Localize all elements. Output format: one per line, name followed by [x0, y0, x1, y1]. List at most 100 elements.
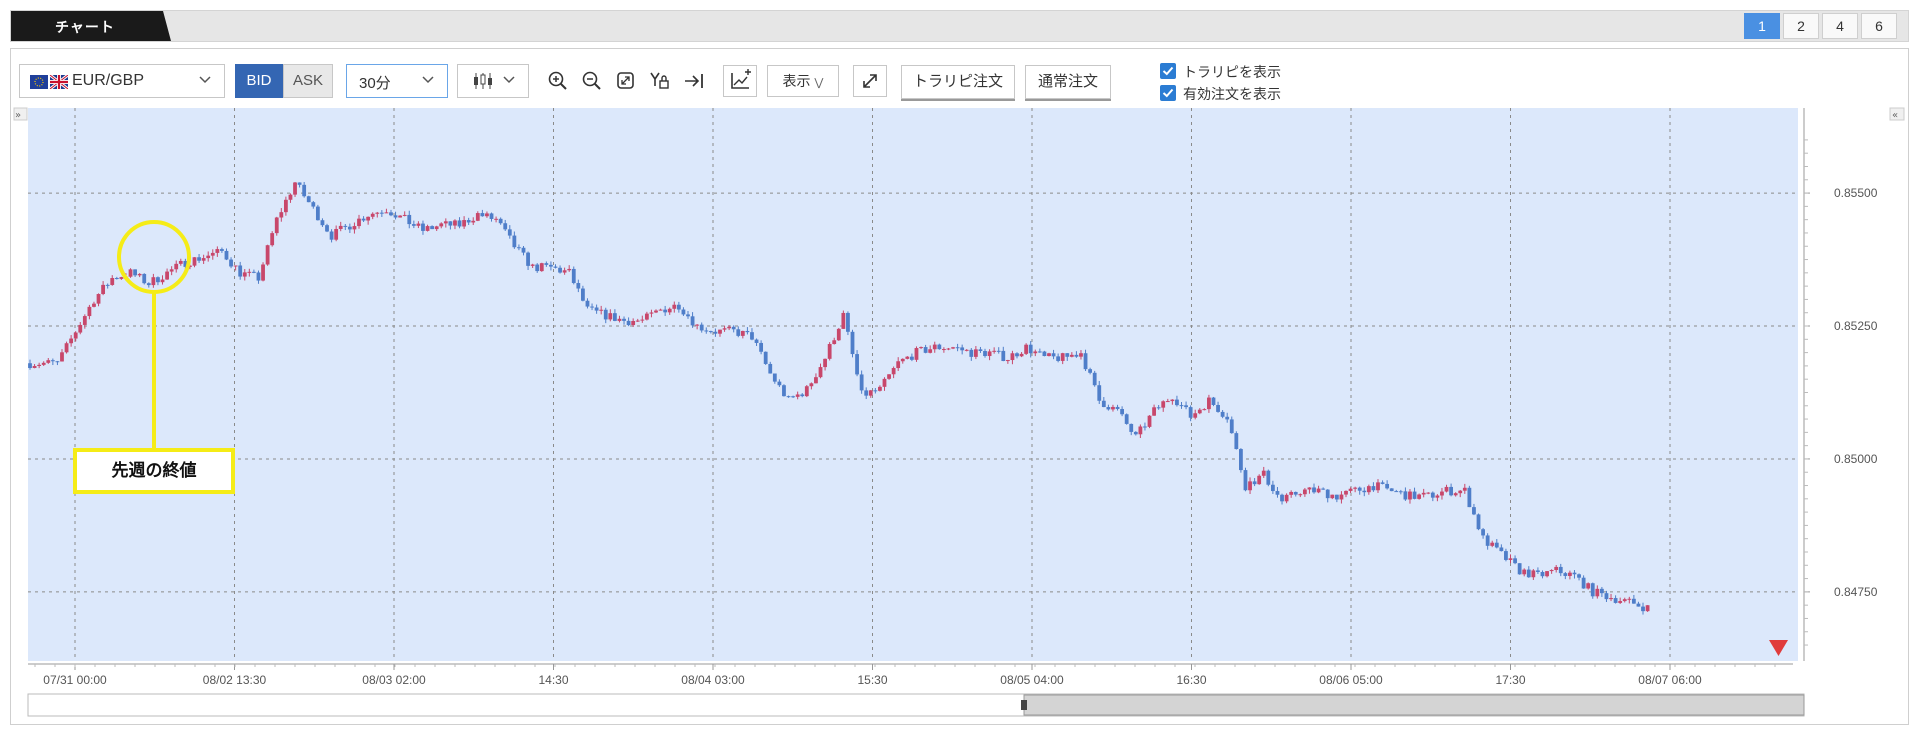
candle-body [1549, 569, 1554, 572]
candle-body [599, 309, 604, 311]
candle-body [1513, 558, 1517, 564]
candle-body [1476, 514, 1481, 530]
candle-body [306, 196, 311, 203]
candle-body [261, 264, 265, 281]
candle-body [594, 307, 599, 311]
candle-body [229, 259, 233, 267]
candle-body [315, 206, 320, 221]
candle-body [1316, 488, 1321, 493]
price-chart[interactable]: » « 0.84750 0.85000 0.85250 0.85500 07/31 0… [0, 0, 1919, 733]
candle-body [1577, 574, 1581, 578]
candle-body [393, 215, 398, 218]
candle-body [1051, 353, 1056, 357]
x-axis: 07/31 00:00 08/02 13:30 08/03 02:00 14:30 08… [34, 664, 1776, 687]
candle-body [1394, 491, 1399, 493]
candle-body [827, 344, 832, 359]
candle-body [640, 319, 645, 321]
candle-body [485, 213, 489, 217]
candle-body [1220, 411, 1225, 417]
candle-body [146, 283, 151, 286]
candle-body [1325, 489, 1330, 499]
x-tick-label: 15:30 [857, 673, 887, 687]
candle-body [804, 386, 809, 397]
candle-body [142, 273, 147, 284]
candle-body [151, 277, 156, 286]
candle-body [590, 306, 594, 308]
candle-body [92, 303, 96, 307]
candle-body [603, 309, 608, 320]
candle-body [1225, 416, 1230, 420]
candle-body [937, 344, 942, 350]
navigator-handle[interactable] [1021, 700, 1027, 710]
candle-body [882, 378, 887, 387]
candle-body [1266, 470, 1271, 485]
candle-body [55, 361, 60, 363]
candle-body [1586, 583, 1591, 589]
candle-body [740, 330, 745, 336]
candle-body [288, 194, 293, 200]
candle-body [87, 306, 92, 317]
navigator-window[interactable] [1023, 694, 1805, 716]
candle-body [987, 351, 992, 357]
candle-body [101, 284, 106, 295]
candle-body [759, 342, 764, 352]
candle-body [1376, 482, 1380, 491]
x-tick-label: 17:30 [1495, 673, 1525, 687]
candle-body [361, 218, 366, 221]
candle-body [690, 316, 695, 326]
candle-body [352, 226, 357, 230]
candle-body [1115, 406, 1120, 410]
candle-body [50, 360, 55, 362]
candle-body [1380, 482, 1385, 484]
candle-body [73, 332, 78, 339]
x-tick-label: 08/05 04:00 [1000, 673, 1064, 687]
candle-body [46, 360, 51, 363]
candle-body [521, 247, 526, 253]
candle-body [530, 264, 535, 266]
candle-body [1028, 344, 1033, 354]
candle-body [1243, 470, 1248, 491]
candle-body [489, 213, 494, 219]
candle-body [823, 358, 827, 368]
candle-body [891, 368, 896, 375]
candle-body [1453, 493, 1458, 496]
candle-body [174, 263, 179, 270]
candle-body [1257, 475, 1262, 485]
candle-body [165, 271, 169, 280]
candle-body [1412, 491, 1417, 499]
candle-body [1229, 419, 1234, 434]
candle-body [1111, 406, 1115, 410]
candle-body [612, 313, 617, 321]
candle-body [1631, 598, 1636, 604]
candle-body [503, 223, 508, 230]
candle-body [201, 258, 206, 261]
candle-body [1371, 486, 1376, 491]
expand-right-icon: » [15, 110, 21, 121]
candle-body [329, 231, 334, 240]
candle-body [631, 320, 636, 326]
candle-body [571, 268, 576, 284]
candle-body [1143, 426, 1147, 428]
candle-body [32, 366, 37, 369]
candle-body [795, 394, 800, 397]
candle-body [302, 184, 307, 197]
candle-body [1526, 569, 1531, 578]
candle-body [96, 294, 101, 304]
candle-body [270, 233, 275, 246]
candle-body [1330, 494, 1335, 499]
x-tick-label: 08/07 06:00 [1638, 673, 1702, 687]
candle-body [60, 352, 64, 362]
candle-body [105, 284, 110, 286]
candle-body [663, 309, 668, 313]
candle-body [1165, 401, 1170, 403]
candle-body [82, 316, 87, 325]
candle-body [338, 225, 343, 229]
candle-body [617, 318, 622, 321]
candle-body [1389, 488, 1394, 492]
collapse-left-icon: « [1892, 110, 1898, 121]
candle-body [1545, 571, 1549, 577]
candle-body [425, 226, 430, 231]
candle-body [964, 349, 969, 351]
candle-body [1440, 491, 1444, 496]
candle-body [1536, 570, 1540, 572]
